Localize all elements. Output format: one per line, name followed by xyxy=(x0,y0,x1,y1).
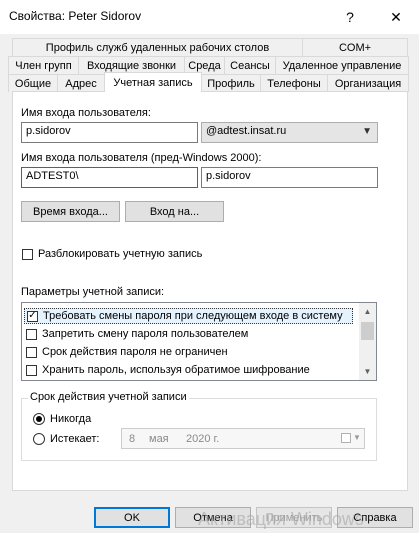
tab-com-plus[interactable]: COM+ xyxy=(302,38,408,56)
option-label: Запретить смену пароля пользователем xyxy=(42,328,249,340)
expiry-date-picker: 8 мая 2020 г. ▼ xyxy=(121,428,365,449)
tab-general[interactable]: Общие xyxy=(8,74,58,92)
scroll-down-icon[interactable]: ▼ xyxy=(359,363,376,380)
tab-telephones[interactable]: Телефоны xyxy=(260,74,328,92)
tab-rds-profile[interactable]: Профиль служб удаленных рабочих столов xyxy=(12,38,303,56)
never-radio[interactable] xyxy=(33,413,45,425)
tab-account[interactable]: Учетная запись xyxy=(104,72,202,92)
date-year: 2020 г. xyxy=(186,433,220,445)
scroll-up-icon[interactable]: ▲ xyxy=(359,303,376,320)
unlock-checkbox[interactable] xyxy=(22,249,33,260)
list-item[interactable]: Запретить смену пароля пользователем xyxy=(26,326,248,342)
option-label: Требовать смены пароля при следующем вхо… xyxy=(43,310,343,322)
tab-sessions[interactable]: Сеансы xyxy=(224,56,276,74)
tab-profile[interactable]: Профиль xyxy=(201,74,261,92)
upn-suffix-select[interactable]: @adtest.insat.ru ▼ xyxy=(201,122,378,143)
pre2000-name-field[interactable]: p.sidorov xyxy=(201,167,378,188)
title-bar: Свойства: Peter Sidorov ? ✕ xyxy=(0,0,419,34)
ok-button[interactable]: OK xyxy=(94,507,170,528)
window-title: Свойства: Peter Sidorov xyxy=(9,9,142,23)
option-checkbox[interactable] xyxy=(26,346,37,358)
tab-member-of[interactable]: Член групп xyxy=(8,56,79,74)
upn-suffix-value: @adtest.insat.ru xyxy=(206,125,287,137)
scroll-thumb[interactable] xyxy=(361,322,374,340)
options-scrollbar[interactable]: ▲ ▼ xyxy=(359,303,376,380)
option-checkbox[interactable] xyxy=(26,364,37,376)
unlock-label: Разблокировать учетную запись xyxy=(38,248,203,260)
list-item[interactable]: Хранить пароль, используя обратимое шифр… xyxy=(26,362,310,378)
option-label: Срок действия пароля не ограничен xyxy=(42,346,228,358)
account-options-label: Параметры учетной записи: xyxy=(21,286,165,298)
close-icon[interactable]: ✕ xyxy=(376,4,416,30)
logon-name-field[interactable]: p.sidorov xyxy=(21,122,198,143)
calendar-icon xyxy=(341,433,351,443)
help-icon[interactable]: ? xyxy=(330,4,370,30)
list-item[interactable]: ✓ Требовать смены пароля при следующем в… xyxy=(24,308,353,324)
option-checkbox[interactable]: ✓ xyxy=(27,310,38,322)
option-checkbox[interactable] xyxy=(26,328,37,340)
tab-address[interactable]: Адрес xyxy=(57,74,105,92)
pre2000-domain-field[interactable]: ADTEST0\ xyxy=(21,167,198,188)
chevron-down-icon: ▼ xyxy=(353,433,361,442)
tab-remote-control[interactable]: Удаленное управление xyxy=(275,56,409,74)
option-label: Хранить пароль, используя обратимое шифр… xyxy=(42,364,310,376)
logon-to-button[interactable]: Вход на... xyxy=(125,201,224,222)
account-options-list[interactable]: ✓ Требовать смены пароля при следующем в… xyxy=(21,302,377,381)
never-label: Никогда xyxy=(50,413,92,425)
tab-organization[interactable]: Организация xyxy=(327,74,409,92)
end-of-radio[interactable] xyxy=(33,433,45,445)
logon-hours-button[interactable]: Время входа... xyxy=(21,201,120,222)
end-of-label: Истекает: xyxy=(50,433,100,445)
date-month: мая xyxy=(149,433,169,445)
account-expires-title: Срок действия учетной записи xyxy=(28,391,189,403)
activation-watermark: Активация Windows xyxy=(198,509,364,529)
chevron-down-icon: ▼ xyxy=(362,126,372,137)
list-item[interactable]: Срок действия пароля не ограничен xyxy=(26,344,228,360)
date-day: 8 xyxy=(129,433,136,445)
pre2000-label: Имя входа пользователя (пред-Windows 200… xyxy=(21,152,262,164)
logon-name-label: Имя входа пользователя: xyxy=(21,107,151,119)
